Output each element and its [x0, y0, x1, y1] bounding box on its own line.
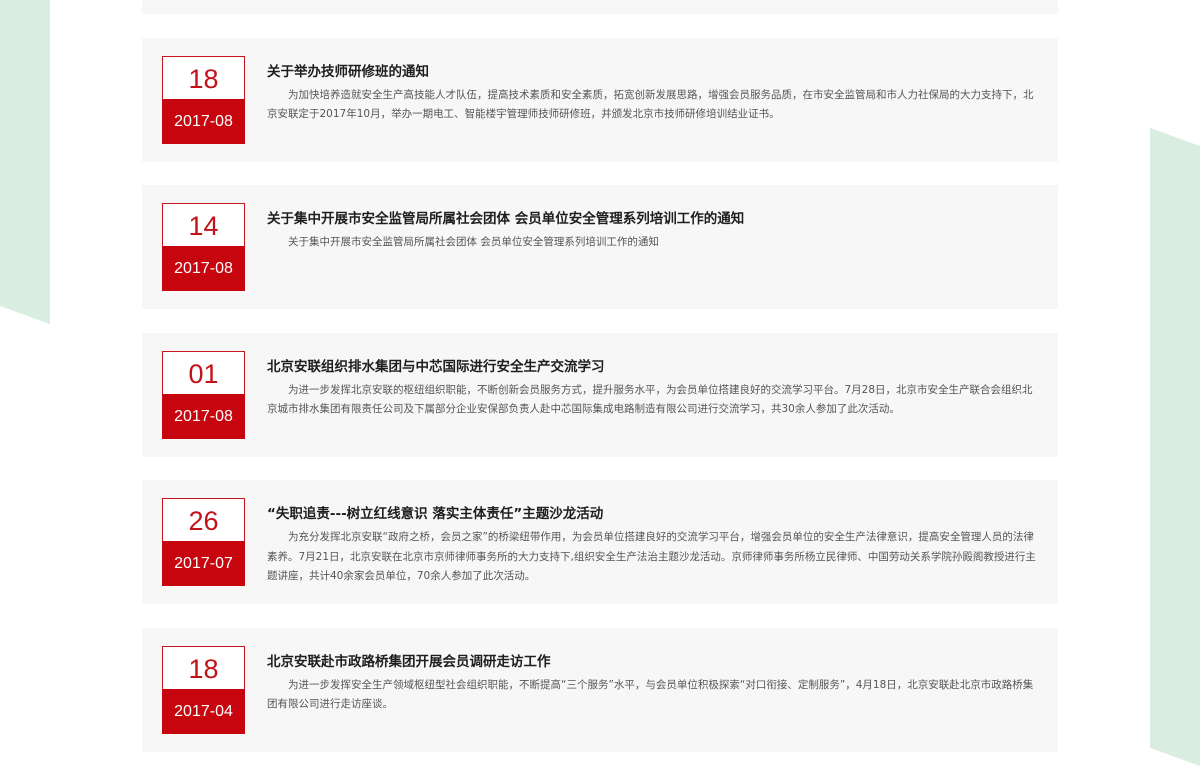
date-day: 26: [188, 506, 219, 536]
date-year-month: 2017-04: [162, 688, 245, 734]
news-summary: 为进一步发挥北京安联的枢纽组织职能，不断创新会员服务方式，提升服务水平，为会员单…: [267, 383, 1033, 416]
date-box: 01 2017-08: [162, 350, 245, 439]
news-title[interactable]: 北京安联组织排水集团与中芯国际进行安全生产交流学习: [267, 358, 1037, 376]
date-year-month: 2017-08: [162, 393, 245, 439]
date-day: 18: [188, 653, 219, 684]
news-item[interactable]: 18 2017-08 关于举办技师研修班的通知 为加快培养造就安全生产高技能人才…: [142, 37, 1058, 162]
date-day: 01: [188, 358, 219, 389]
date-box: 18 2017-04: [162, 645, 245, 734]
date-year-month: 2017-08: [162, 246, 245, 291]
news-list: 2017-08 18 2017-08 关于举办技师研修班的通知 为加快培养造就安…: [142, 0, 1058, 766]
news-content: 关于集中开展市安全监管局所属社会团体 会员单位安全管理系列培训工作的通知 关于集…: [267, 210, 1037, 253]
news-summary: 关于集中开展市安全监管局所属社会团体 会员单位安全管理系列培训工作的通知: [288, 236, 659, 248]
page: 2017-08 18 2017-08 关于举办技师研修班的通知 为加快培养造就安…: [0, 0, 1200, 766]
news-item[interactable]: 01 2017-08 北京安联组织排水集团与中芯国际进行安全生产交流学习 为进一…: [142, 332, 1058, 457]
news-title[interactable]: “失职追责---树立红线意识 落实主体责任”主题沙龙活动: [267, 505, 1037, 523]
news-title[interactable]: 关于举办技师研修班的通知: [267, 63, 1037, 81]
news-item[interactable]: 18 2017-04 北京安联赴市政路桥集团开展会员调研走访工作 为进一步发挥安…: [142, 627, 1058, 752]
news-item[interactable]: 2017-08: [142, 0, 1058, 14]
news-content: 北京安联赴市政路桥集团开展会员调研走访工作 为进一步发挥安全生产领域枢纽型社会组…: [267, 653, 1037, 715]
date-box: 18 2017-08: [162, 55, 245, 144]
news-content: 关于举办技师研修班的通知 为加快培养造就安全生产高技能人才队伍，提高技术素质和安…: [267, 63, 1037, 125]
news-item[interactable]: 26 2017-07 “失职追责---树立红线意识 落实主体责任”主题沙龙活动 …: [142, 480, 1058, 604]
date-day: 18: [188, 63, 219, 94]
date-day: 14: [188, 211, 219, 241]
news-content: 北京安联组织排水集团与中芯国际进行安全生产交流学习 为进一步发挥北京安联的枢纽组…: [267, 358, 1037, 420]
news-item[interactable]: 14 2017-08 关于集中开展市安全监管局所属社会团体 会员单位安全管理系列…: [142, 185, 1058, 309]
news-title[interactable]: 关于集中开展市安全监管局所属社会团体 会员单位安全管理系列培训工作的通知: [267, 210, 1037, 228]
date-box: 14 2017-08: [162, 203, 245, 291]
date-box: 26 2017-07: [162, 498, 245, 586]
date-year-month: 2017-08: [162, 98, 245, 144]
date-year-month: 2017-07: [162, 541, 245, 586]
news-summary: 为加快培养造就安全生产高技能人才队伍，提高技术素质和安全素质，拓宽创新发展思路，…: [267, 88, 1034, 121]
news-summary: 为进一步发挥安全生产领域枢纽型社会组织职能，不断提高“三个服务”水平，与会员单位…: [267, 678, 1034, 711]
news-content: “失职追责---树立红线意识 落实主体责任”主题沙龙活动 为充分发挥北京安联“政…: [267, 505, 1037, 587]
news-summary: 为充分发挥北京安联“政府之桥，会员之家”的桥梁纽带作用，为会员单位搭建良好的交流…: [267, 531, 1036, 582]
news-title[interactable]: 北京安联赴市政路桥集团开展会员调研走访工作: [267, 653, 1037, 671]
